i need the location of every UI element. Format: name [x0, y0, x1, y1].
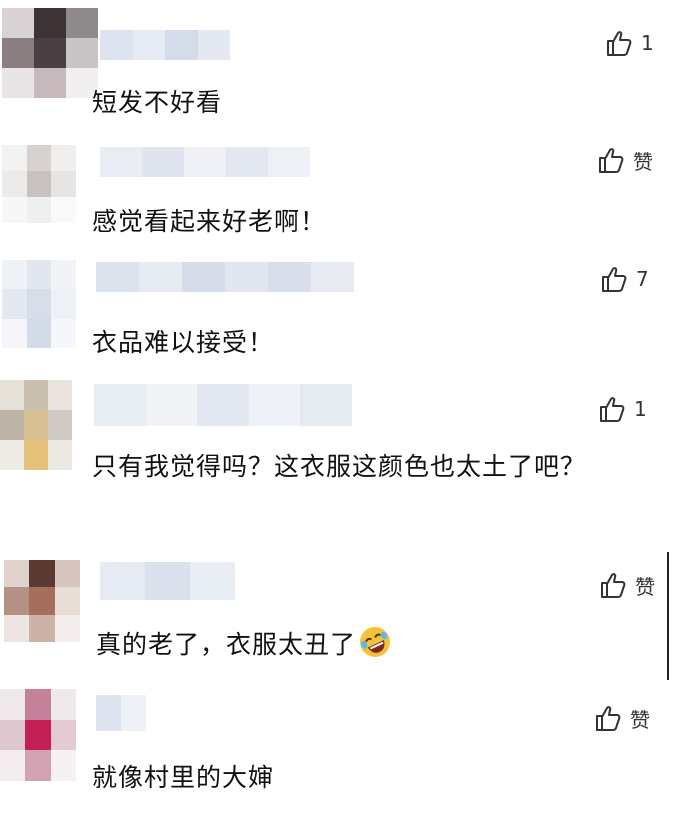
avatar[interactable]: [0, 689, 76, 781]
divider: [667, 552, 669, 680]
like-count: 赞: [630, 707, 650, 732]
like-count: 赞: [635, 574, 655, 599]
username-blurred[interactable]: [96, 262, 354, 292]
comment-5: 赞 真的老了，衣服太丑了: [0, 548, 678, 683]
username-blurred[interactable]: [100, 147, 310, 177]
username-blurred[interactable]: [96, 695, 146, 731]
thumbs-up-icon: [601, 573, 626, 598]
username-blurred[interactable]: [100, 30, 230, 60]
like-button[interactable]: 赞: [597, 145, 653, 175]
comment-text: 真的老了，衣服太丑了: [96, 630, 357, 659]
avatar[interactable]: [2, 260, 76, 348]
comment-text: 衣品难以接受！: [92, 328, 275, 357]
avatar[interactable]: [0, 380, 72, 470]
like-count: 赞: [633, 149, 653, 174]
comment-1: 1 短发不好看: [0, 0, 678, 125]
avatar[interactable]: [4, 560, 80, 642]
like-button[interactable]: 7: [600, 264, 649, 294]
like-count: 1: [641, 31, 654, 55]
thumbs-up-icon: [600, 397, 625, 422]
like-button[interactable]: 1: [598, 394, 647, 424]
like-count: 1: [634, 397, 647, 421]
comment-text: 就像村里的大婶: [92, 763, 275, 792]
like-button[interactable]: 赞: [599, 570, 655, 600]
username-blurred[interactable]: [94, 384, 352, 426]
comment-text: 短发不好看: [92, 88, 223, 117]
rolling-on-floor-laughing-emoji: [360, 627, 391, 657]
comment-text: 只有我觉得吗？这衣服这颜色也太土了吧？: [92, 452, 587, 481]
username-blurred[interactable]: [100, 562, 235, 600]
thumbs-up-icon: [596, 706, 621, 731]
thumbs-up-icon: [599, 148, 624, 173]
comment-3: 7 衣品难以接受！: [0, 250, 678, 380]
comment-4: 1 只有我觉得吗？这衣服这颜色也太土了吧？: [0, 378, 678, 548]
comment-6: 赞 就像村里的大婶: [0, 683, 678, 825]
like-button[interactable]: 赞: [594, 703, 650, 733]
thumbs-up-icon: [607, 31, 632, 56]
like-count: 7: [636, 267, 649, 291]
like-button[interactable]: 1: [605, 28, 654, 58]
comment-text-row: 真的老了，衣服太丑了: [96, 624, 656, 666]
avatar[interactable]: [2, 145, 76, 223]
avatar[interactable]: [2, 8, 98, 98]
comment-2: 赞 感觉看起来好老啊！: [0, 125, 678, 250]
thumbs-up-icon: [602, 267, 627, 292]
comment-text: 感觉看起来好老啊！: [92, 207, 327, 236]
